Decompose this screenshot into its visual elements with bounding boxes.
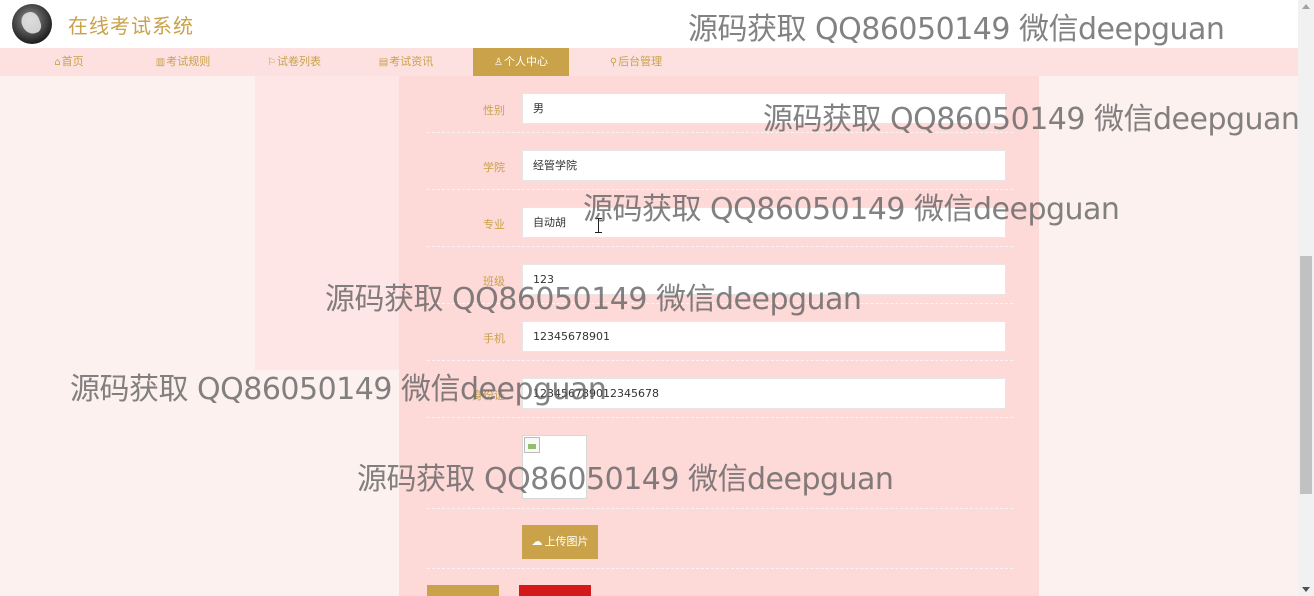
form-row-gender: 性别 男: [427, 92, 1013, 133]
text-cursor-icon: [595, 218, 602, 233]
nav-paper-list[interactable]: ⚐试卷列表: [257, 48, 331, 76]
link-icon: ⚲: [609, 57, 618, 68]
flag-icon: ⚐: [267, 57, 276, 68]
news-icon: ▤: [378, 57, 389, 68]
site-title[interactable]: 在线考试系统: [68, 10, 194, 39]
college-label: 学院: [483, 161, 505, 174]
upload-button-label: 上传图片: [544, 535, 589, 548]
nav-personal-center[interactable]: ♙个人中心: [473, 48, 569, 76]
broken-image-icon: [524, 437, 540, 453]
home-icon: ⌂: [54, 57, 61, 68]
side-panel: [255, 76, 399, 370]
id-card-input[interactable]: 123456789012345678: [522, 378, 1006, 409]
submit-button[interactable]: [427, 585, 499, 596]
book-icon: ▥: [155, 57, 166, 68]
form-row-college: 学院 经管学院: [427, 149, 1013, 190]
nav-paper-list-label: 试卷列表: [276, 55, 321, 68]
form-row-class: 班级 123: [427, 263, 1013, 304]
gender-input[interactable]: 男: [522, 93, 1006, 124]
nav-exam-news[interactable]: ▤考试资讯: [369, 48, 443, 76]
nav-home-label: 首页: [61, 55, 84, 68]
college-input[interactable]: 经管学院: [522, 150, 1006, 181]
form-row-phone: 手机 12345678901: [427, 320, 1013, 361]
nav-exam-news-label: 考试资讯: [389, 55, 434, 68]
upload-image-button[interactable]: ☁ 上传图片: [522, 525, 598, 559]
class-label: 班级: [483, 275, 505, 288]
scroll-down-arrow-icon[interactable]: [1302, 587, 1310, 592]
scroll-thumb[interactable]: [1300, 256, 1312, 494]
form-row-id-card: 身份证 123456789012345678: [427, 377, 1013, 418]
site-logo[interactable]: [12, 4, 52, 44]
gender-label: 性别: [483, 104, 505, 117]
top-header: 在线考试系统: [0, 0, 1298, 48]
nav-admin-label: 后台管理: [618, 55, 663, 68]
nav-home[interactable]: ⌂首页: [38, 48, 100, 76]
form-row-upload: [427, 509, 1013, 569]
phone-label: 手机: [483, 332, 505, 345]
phone-input[interactable]: 12345678901: [522, 321, 1006, 352]
main-nav: ⌂首页 ▥考试规则 ⚐试卷列表 ▤考试资讯 ♙个人中心 ⚲后台管理: [0, 48, 1298, 76]
bird-logo-icon: [18, 9, 44, 37]
id-card-label: 身份证: [472, 389, 505, 402]
logout-button[interactable]: [519, 585, 591, 596]
nav-exam-rules-label: 考试规则: [166, 55, 211, 68]
scroll-up-arrow-icon[interactable]: [1302, 4, 1310, 9]
class-input[interactable]: 123: [522, 264, 1006, 295]
form-row-major: 专业 自动胡: [427, 206, 1013, 247]
avatar-preview[interactable]: [522, 435, 587, 499]
form-row-avatar: [427, 435, 1013, 509]
user-icon: ♙: [494, 57, 503, 68]
vertical-scrollbar[interactable]: [1298, 0, 1314, 596]
cloud-upload-icon: ☁: [531, 535, 543, 548]
nav-admin[interactable]: ⚲后台管理: [598, 48, 674, 76]
nav-exam-rules[interactable]: ▥考试规则: [146, 48, 220, 76]
nav-personal-center-label: 个人中心: [503, 55, 548, 68]
major-label: 专业: [483, 218, 505, 231]
